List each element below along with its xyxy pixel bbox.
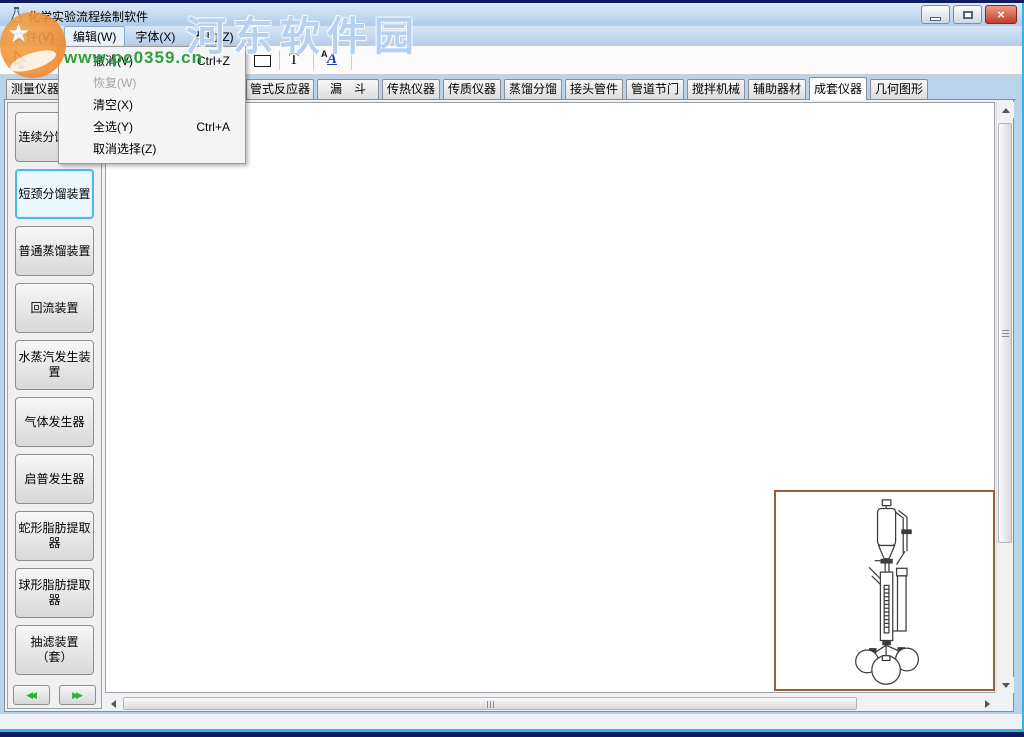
scroll-up-button[interactable] bbox=[997, 102, 1014, 118]
toolbar-separator bbox=[351, 51, 352, 70]
tab-geometric-shapes[interactable]: 几何图形 bbox=[870, 79, 928, 99]
menu-item-clear[interactable]: 清空(X) bbox=[59, 94, 245, 116]
sidebar-item-short-neck-fractionation[interactable]: 短颈分馏装置 bbox=[15, 169, 94, 219]
scroll-down-button[interactable] bbox=[997, 677, 1014, 693]
window-frame-bottom bbox=[0, 732, 1024, 737]
shortcut-label: Ctrl+A bbox=[196, 120, 230, 134]
rectangle-tool-icon[interactable] bbox=[254, 55, 271, 67]
prev-page-button[interactable]: ◀◀ bbox=[13, 685, 50, 705]
app-icon bbox=[11, 7, 22, 23]
menu-item-select-all[interactable]: 全选(Y) Ctrl+A bbox=[59, 116, 245, 138]
sidebar-item-ordinary-distillation[interactable]: 普通蒸馏装置 bbox=[15, 226, 94, 276]
minimize-button[interactable] bbox=[921, 5, 950, 24]
scroll-right-button[interactable] bbox=[979, 696, 995, 711]
menu-item-redo[interactable]: 恢复(W) bbox=[59, 72, 245, 94]
sidebar-item-suction-filter-set[interactable]: 抽滤装置（套） bbox=[15, 625, 94, 675]
tab-auxiliary-equipment[interactable]: 辅助器材 bbox=[748, 79, 806, 99]
apparatus-preview-panel bbox=[774, 490, 995, 691]
close-icon: × bbox=[997, 7, 1005, 22]
sidebar-item-gas-generator[interactable]: 气体发生器 bbox=[15, 397, 94, 447]
sidebar-item-ball-fat-extractor[interactable]: 球形脂肪提取器 bbox=[15, 568, 94, 618]
sidebar-item-kipp-generator[interactable]: 启普发生器 bbox=[15, 454, 94, 504]
toolbar-separator bbox=[279, 51, 280, 70]
menu-edit[interactable]: 编辑(W) bbox=[64, 25, 126, 47]
title-bar: 化学实验流程绘制软件 × bbox=[0, 3, 1024, 26]
next-page-button[interactable]: ▶▶ bbox=[59, 685, 96, 705]
tab-pipe-valves[interactable]: 管道节门 bbox=[626, 79, 684, 99]
maximize-icon bbox=[962, 10, 973, 19]
tab-funnel[interactable]: 漏 斗 bbox=[317, 79, 379, 99]
app-window: 化学实验流程绘制软件 × 文件(V) 编辑(W) 字体(X) 帮助(Z) T A… bbox=[0, 0, 1024, 737]
tab-distillation[interactable]: 蒸馏分馏 bbox=[504, 79, 562, 99]
sidebar-item-coil-fat-extractor[interactable]: 蛇形脂肪提取器 bbox=[15, 511, 94, 561]
menu-item-deselect[interactable]: 取消选择(Z) bbox=[59, 138, 245, 160]
tab-page-content: 连续分馏装置 短颈分馏装置 普通蒸馏装置 回流装置 水蒸汽发生装置 气体发生器 … bbox=[4, 100, 1014, 712]
apparatus-preview-drawing bbox=[855, 499, 920, 685]
text-tool-icon[interactable]: T bbox=[289, 51, 299, 69]
tab-complete-apparatus[interactable]: 成套仪器 bbox=[809, 77, 867, 100]
shortcut-label: Ctrl+Z bbox=[197, 54, 230, 68]
menu-bar: 文件(V) 编辑(W) 字体(X) 帮助(Z) bbox=[0, 25, 1024, 47]
sidebar-item-reflux[interactable]: 回流装置 bbox=[15, 283, 94, 333]
edit-dropdown-menu: 撤消(V) Ctrl+Z 恢复(W) 清空(X) 全选(Y) Ctrl+A 取消… bbox=[58, 46, 246, 164]
maximize-button[interactable] bbox=[953, 5, 982, 24]
arrow-right-icon bbox=[984, 699, 990, 708]
sidebar-item-steam-generator[interactable]: 水蒸汽发生装置 bbox=[15, 340, 94, 390]
tab-measuring-instruments[interactable]: 测量仪器 bbox=[6, 79, 64, 99]
vertical-scrollbar[interactable] bbox=[996, 102, 1014, 693]
sidebar-pager: ◀◀ ▶▶ bbox=[13, 685, 96, 705]
status-bar bbox=[0, 713, 1024, 729]
window-controls: × bbox=[921, 5, 1017, 24]
font-tool-icon[interactable]: A A bbox=[321, 49, 345, 71]
tab-stirring-machinery[interactable]: 搅拌机械 bbox=[687, 79, 745, 99]
tab-joints-fittings[interactable]: 接头管件 bbox=[565, 79, 623, 99]
next-arrows-icon: ▶▶ bbox=[72, 689, 83, 700]
vertical-scroll-thumb[interactable] bbox=[998, 123, 1012, 543]
menu-item-undo[interactable]: 撤消(V) Ctrl+Z bbox=[59, 50, 245, 72]
menu-help[interactable]: 帮助(Z) bbox=[185, 26, 242, 47]
horizontal-scroll-thumb[interactable] bbox=[123, 697, 857, 710]
prev-arrows-icon: ◀◀ bbox=[26, 689, 37, 700]
tab-tube-reactor[interactable]: 管式反应器 bbox=[246, 79, 314, 99]
arrow-up-icon bbox=[1001, 107, 1010, 113]
arrow-left-icon bbox=[110, 699, 116, 708]
window-title: 化学实验流程绘制软件 bbox=[28, 10, 149, 24]
minimize-icon bbox=[930, 16, 941, 21]
horizontal-scrollbar[interactable] bbox=[105, 696, 995, 711]
tab-mass-transfer[interactable]: 传质仪器 bbox=[443, 79, 501, 99]
tab-heat-transfer[interactable]: 传热仪器 bbox=[382, 79, 440, 99]
arrow-down-icon bbox=[1001, 682, 1010, 688]
menu-font[interactable]: 字体(X) bbox=[126, 26, 184, 47]
select-cursor-icon[interactable] bbox=[12, 50, 28, 70]
scroll-left-button[interactable] bbox=[105, 696, 121, 711]
close-button[interactable]: × bbox=[985, 5, 1017, 24]
toolbar-separator bbox=[313, 51, 314, 70]
menu-file[interactable]: 文件(V) bbox=[5, 26, 63, 47]
apparatus-sidebar: 连续分馏装置 短颈分馏装置 普通蒸馏装置 回流装置 水蒸汽发生装置 气体发生器 … bbox=[7, 102, 102, 709]
